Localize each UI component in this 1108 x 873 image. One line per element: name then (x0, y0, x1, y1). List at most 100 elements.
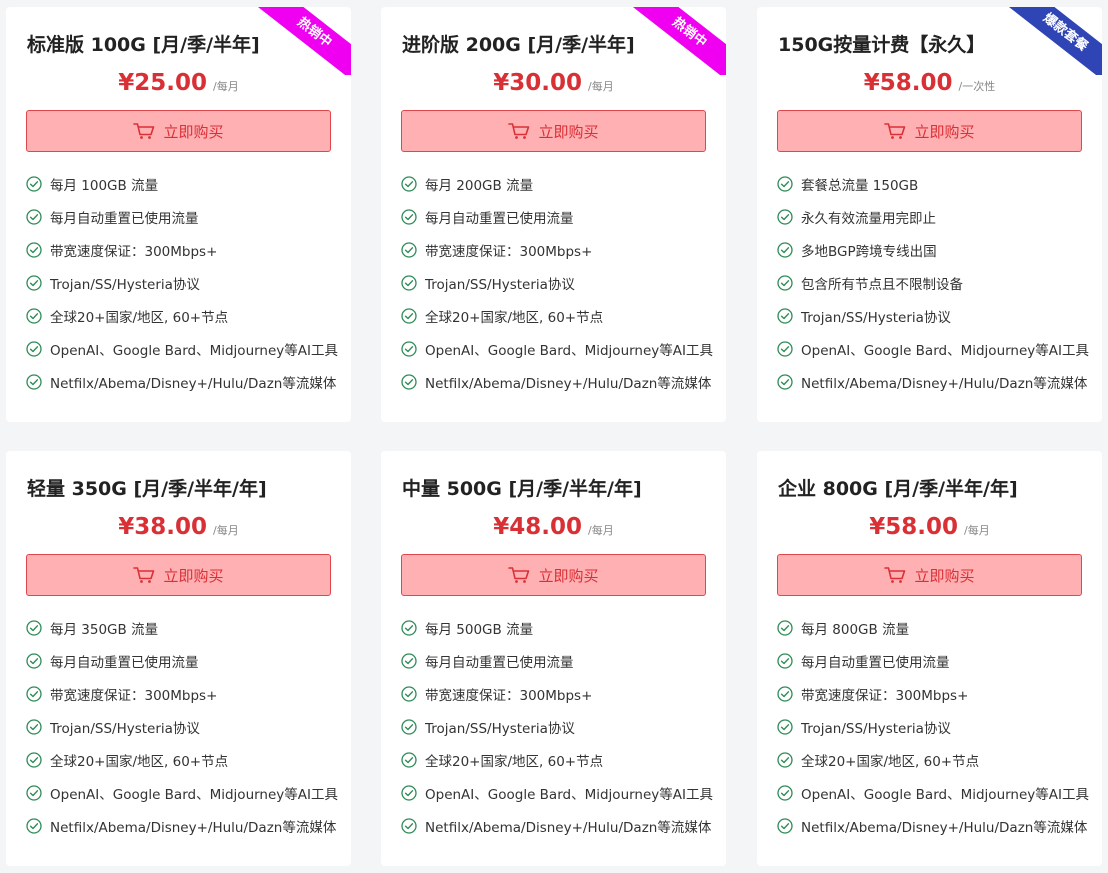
feature-text: Trojan/SS/Hysteria协议 (425, 720, 575, 737)
feature-text: Trojan/SS/Hysteria协议 (50, 720, 200, 737)
plan-grid: 标准版 100G [月/季/半年] ¥25.00/每月 立即购买 每月 100G… (0, 0, 1108, 873)
feature-text: 带宽速度保证：300Mbps+ (50, 243, 218, 260)
price-row: ¥38.00/每月 (6, 514, 351, 540)
check-circle-icon (26, 175, 42, 192)
buy-now-button[interactable]: 立即购买 (401, 554, 706, 596)
ribbon-label: 热销中 (624, 7, 726, 75)
feature-text: 每月 200GB 流量 (425, 177, 534, 194)
buy-now-label: 立即购买 (163, 122, 224, 141)
buy-now-label: 立即购买 (914, 122, 975, 141)
check-circle-icon (26, 718, 42, 735)
feature-text: 每月自动重置已使用流量 (425, 654, 574, 671)
feature-text: 全球20+国家/地区, 60+节点 (425, 753, 604, 770)
plan-title: 企业 800G [月/季/半年/年] (778, 478, 1018, 500)
feature-text: Trojan/SS/Hysteria协议 (50, 276, 200, 293)
check-circle-icon (401, 817, 417, 834)
feature-item: 带宽速度保证：300Mbps+ (401, 233, 713, 266)
check-circle-icon (26, 751, 42, 768)
check-circle-icon (401, 307, 417, 324)
cart-icon (508, 567, 530, 583)
buy-now-button[interactable]: 立即购买 (777, 110, 1082, 152)
check-circle-icon (777, 208, 793, 225)
plan-period: /每月 (213, 80, 239, 93)
buy-now-button[interactable]: 立即购买 (401, 110, 706, 152)
feature-text: OpenAI、Google Bard、Midjourney等AI工具 (425, 786, 714, 803)
cart-icon (133, 567, 155, 583)
feature-item: 带宽速度保证：300Mbps+ (401, 677, 713, 710)
feature-item: 全球20+国家/地区, 60+节点 (26, 743, 338, 776)
buy-now-button[interactable]: 立即购买 (777, 554, 1082, 596)
feature-text: 全球20+国家/地区, 60+节点 (425, 309, 604, 326)
feature-item: OpenAI、Google Bard、Midjourney等AI工具 (777, 332, 1089, 365)
check-circle-icon (401, 784, 417, 801)
feature-text: Netfilx/Abema/Disney+/Hulu/Dazn等流媒体 (425, 375, 712, 392)
feature-text: 每月自动重置已使用流量 (50, 654, 199, 671)
feature-item: 套餐总流量 150GB (777, 167, 1089, 200)
feature-text: OpenAI、Google Bard、Midjourney等AI工具 (50, 342, 339, 359)
feature-text: Netfilx/Abema/Disney+/Hulu/Dazn等流媒体 (50, 819, 337, 836)
buy-now-label: 立即购买 (163, 566, 224, 585)
feature-item: 每月自动重置已使用流量 (777, 644, 1089, 677)
check-circle-icon (401, 718, 417, 735)
feature-item: 带宽速度保证：300Mbps+ (26, 233, 338, 266)
feature-item: Netfilx/Abema/Disney+/Hulu/Dazn等流媒体 (401, 809, 713, 842)
feature-text: 多地BGP跨境专线出国 (801, 243, 937, 260)
feature-item: 永久有效流量用完即止 (777, 200, 1089, 233)
feature-item: Netfilx/Abema/Disney+/Hulu/Dazn等流媒体 (777, 365, 1089, 398)
feature-text: OpenAI、Google Bard、Midjourney等AI工具 (425, 342, 714, 359)
check-circle-icon (26, 685, 42, 702)
feature-item: OpenAI、Google Bard、Midjourney等AI工具 (401, 332, 713, 365)
feature-text: 每月 100GB 流量 (50, 177, 159, 194)
feature-item: Trojan/SS/Hysteria协议 (401, 266, 713, 299)
feature-text: 每月自动重置已使用流量 (425, 210, 574, 227)
plan-card: 150G按量计费【永久】 ¥58.00/一次性 立即购买 套餐总流量 150GB… (757, 7, 1102, 422)
cart-icon (133, 123, 155, 139)
check-circle-icon (26, 208, 42, 225)
plan-price: ¥58.00 (863, 70, 953, 96)
check-circle-icon (777, 619, 793, 636)
ribbon-badge: 热销中 (249, 7, 351, 75)
feature-list: 每月 800GB 流量 每月自动重置已使用流量 带宽速度保证：300Mbps+ Tro… (777, 611, 1089, 842)
feature-text: 包含所有节点且不限制设备 (801, 276, 963, 293)
feature-text: Trojan/SS/Hysteria协议 (801, 309, 951, 326)
feature-text: 带宽速度保证：300Mbps+ (50, 687, 218, 704)
buy-now-button[interactable]: 立即购买 (26, 554, 331, 596)
feature-item: 每月 500GB 流量 (401, 611, 713, 644)
feature-text: 每月 800GB 流量 (801, 621, 910, 638)
check-circle-icon (26, 340, 42, 357)
feature-text: Netfilx/Abema/Disney+/Hulu/Dazn等流媒体 (801, 375, 1088, 392)
feature-item: OpenAI、Google Bard、Midjourney等AI工具 (401, 776, 713, 809)
check-circle-icon (777, 373, 793, 390)
plan-period: /每月 (213, 524, 239, 537)
feature-text: 每月自动重置已使用流量 (801, 654, 950, 671)
plan-price: ¥25.00 (118, 70, 208, 96)
check-circle-icon (777, 307, 793, 324)
feature-text: 带宽速度保证：300Mbps+ (425, 687, 593, 704)
feature-item: Trojan/SS/Hysteria协议 (777, 299, 1089, 332)
price-row: ¥48.00/每月 (381, 514, 726, 540)
buy-now-label: 立即购买 (538, 566, 599, 585)
feature-item: 全球20+国家/地区, 60+节点 (401, 743, 713, 776)
buy-now-button[interactable]: 立即购买 (26, 110, 331, 152)
feature-list: 每月 100GB 流量每月自动重置已使用流量带宽速度保证：300Mbps+ Tro… (26, 167, 338, 398)
check-circle-icon (401, 373, 417, 390)
check-circle-icon (401, 175, 417, 192)
feature-item: Netfilx/Abema/Disney+/Hulu/Dazn等流媒体 (26, 365, 338, 398)
check-circle-icon (401, 340, 417, 357)
feature-text: 全球20+国家/地区, 60+节点 (50, 753, 229, 770)
check-circle-icon (401, 208, 417, 225)
check-circle-icon (401, 241, 417, 258)
check-circle-icon (26, 307, 42, 324)
feature-text: 永久有效流量用完即止 (801, 210, 936, 227)
feature-text: 每月 500GB 流量 (425, 621, 534, 638)
check-circle-icon (401, 652, 417, 669)
feature-text: 每月自动重置已使用流量 (50, 210, 199, 227)
feature-text: 带宽速度保证：300Mbps+ (801, 687, 969, 704)
check-circle-icon (777, 817, 793, 834)
check-circle-icon (777, 274, 793, 291)
check-circle-icon (777, 751, 793, 768)
feature-list: 每月 350GB 流量 每月自动重置已使用流量 带宽速度保证：300Mbps+ Tro… (26, 611, 338, 842)
plan-price: ¥38.00 (118, 514, 208, 540)
plan-card: 企业 800G [月/季/半年/年] ¥58.00/每月 立即购买 每月 800… (757, 451, 1102, 866)
plan-price: ¥30.00 (493, 70, 583, 96)
